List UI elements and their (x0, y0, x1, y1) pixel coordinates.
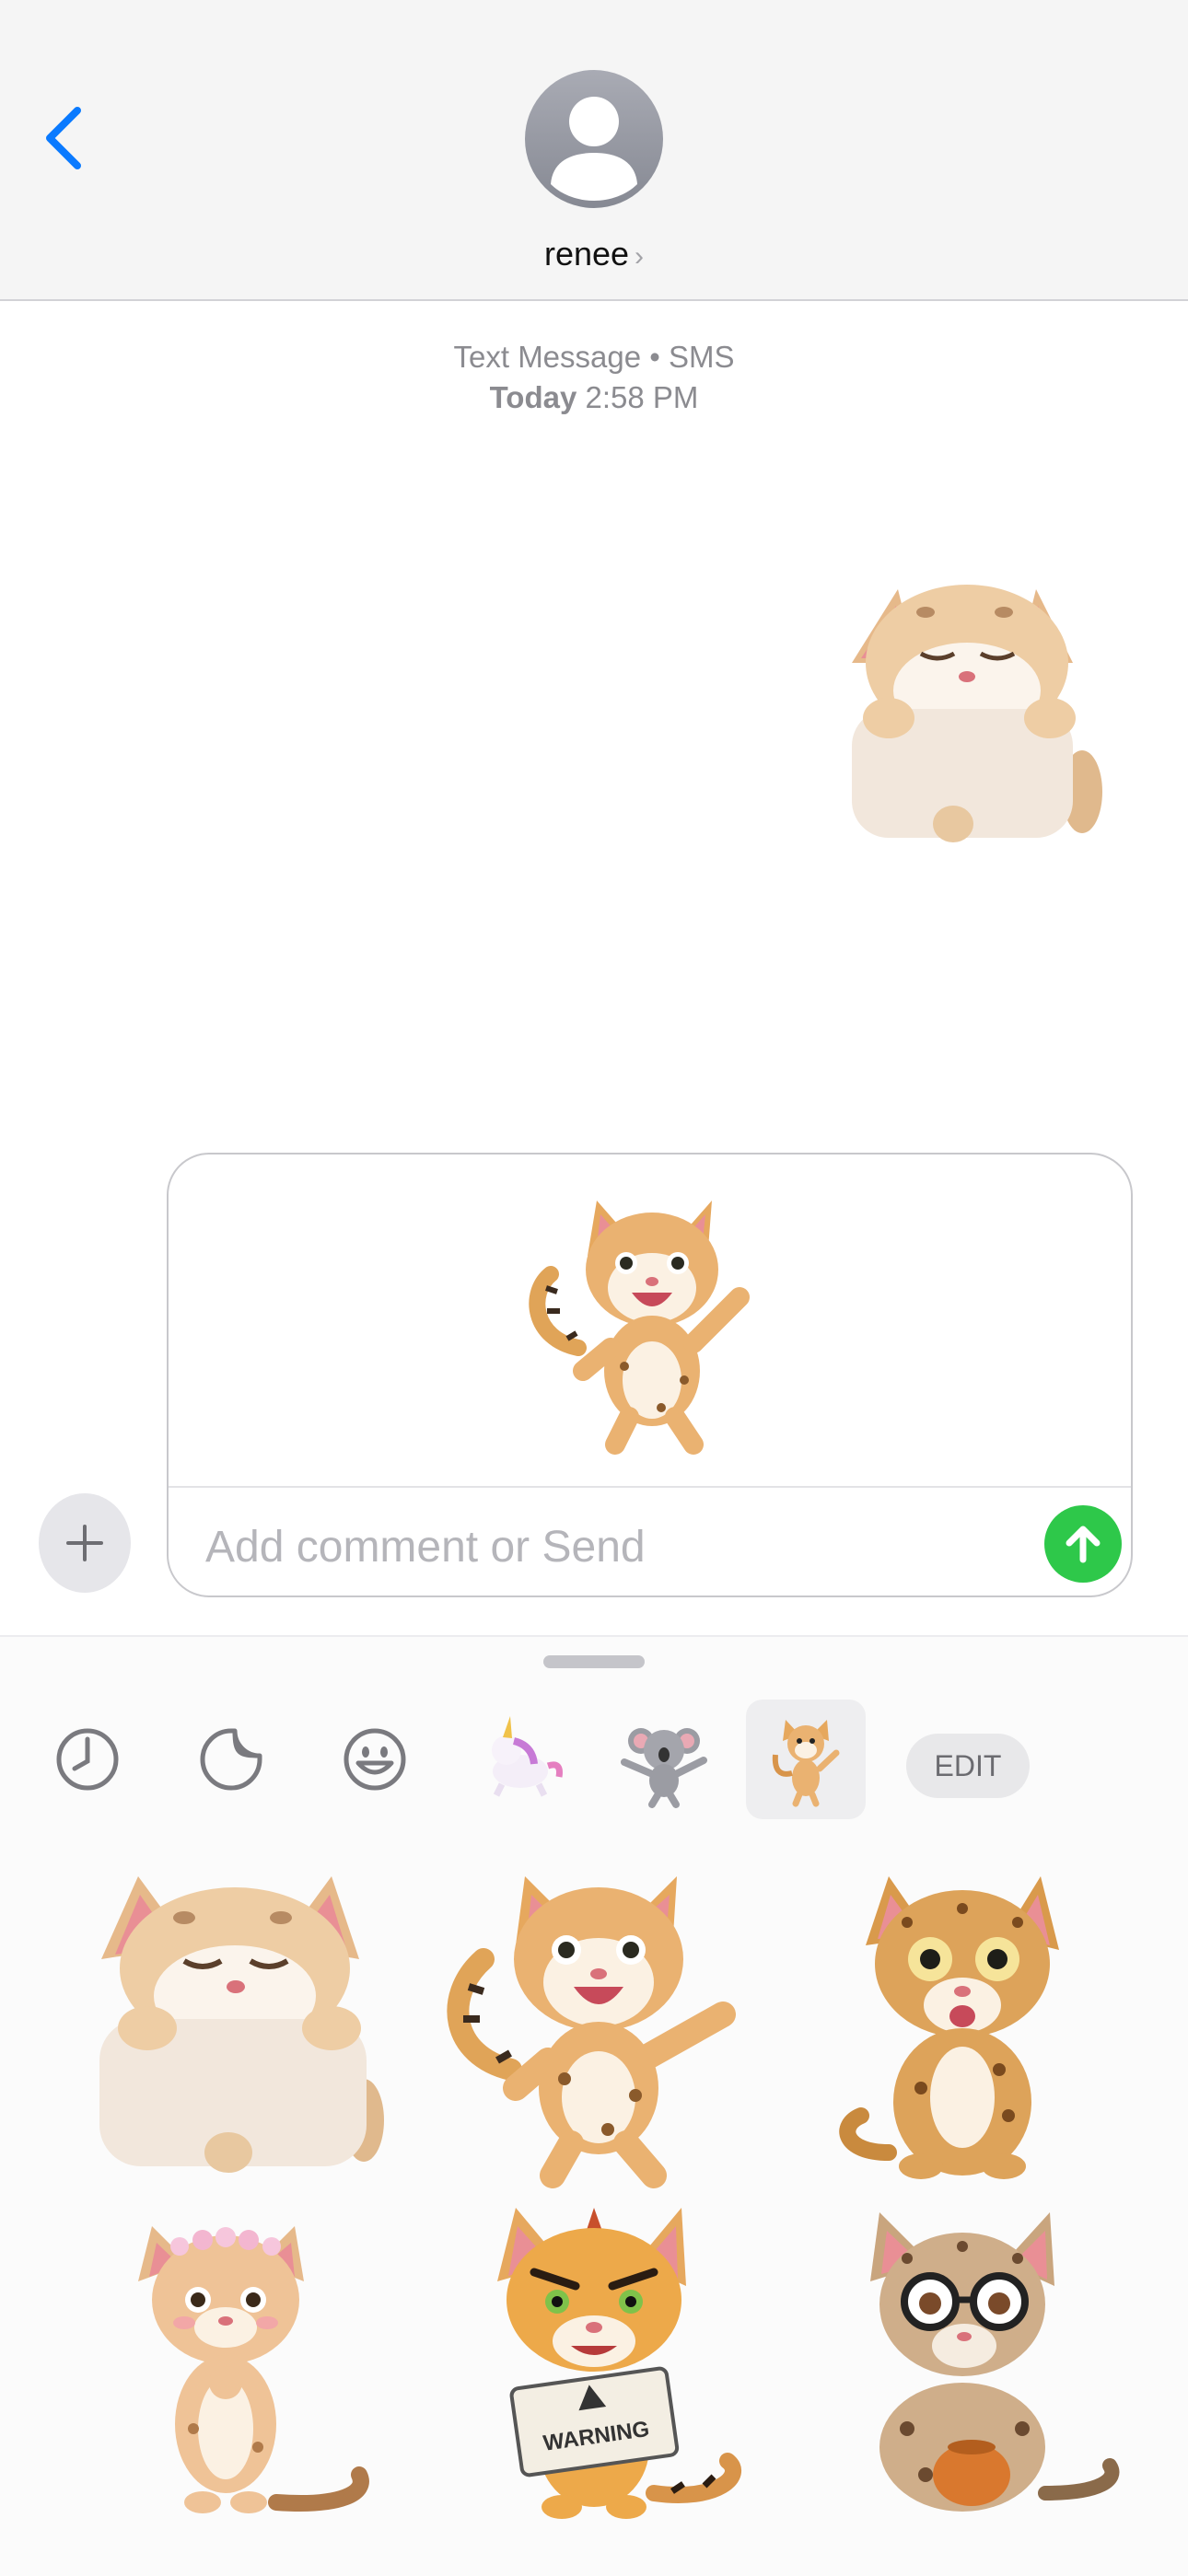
arrow-up-icon (1066, 1526, 1101, 1563)
ocelot-sticker-pack-icon (772, 1720, 840, 1807)
contact-name-label: renee (543, 235, 630, 273)
emoji-smiley-icon (344, 1728, 406, 1791)
happy-ocelot-dancing-sticker (447, 1876, 736, 2188)
ocelot-flower-crown-sticker (138, 2226, 369, 2513)
sticker-sleepy-ocelot-pillow[interactable] (83, 1858, 396, 2189)
tab-emoji[interactable] (315, 1700, 435, 1819)
recents-clock-icon (56, 1728, 119, 1791)
sticker-surprised-ocelot[interactable] (833, 1858, 1147, 2189)
compose-divider (169, 1486, 1131, 1488)
tab-pack-ocelot[interactable] (746, 1700, 866, 1819)
message-timestamp: Text Message • SMS Today 2:58 PM (0, 337, 1188, 418)
happy-ocelot-sticker (529, 1201, 750, 1455)
sticker-drawer: EDIT WARNING (0, 1635, 1188, 2576)
contact-avatar[interactable] (525, 70, 663, 208)
message-time: 2:58 PM (585, 380, 699, 414)
apps-plus-button[interactable] (39, 1493, 131, 1593)
sleepy-ocelot-sticker (852, 585, 1102, 842)
send-button[interactable] (1044, 1505, 1122, 1583)
message-date-line: Today 2:58 PM (0, 377, 1188, 418)
message-comment-input[interactable] (204, 1504, 962, 1589)
person-silhouette-icon (551, 97, 637, 201)
angry-ocelot-warning-sticker: WARNING (497, 2208, 741, 2519)
sent-sticker-message[interactable] (833, 525, 1110, 847)
conversation-header: renee › (0, 0, 1188, 301)
compose-box (167, 1153, 1133, 1597)
sticker-ocelot-glasses[interactable] (843, 2199, 1156, 2530)
chevron-right-icon: › (635, 241, 645, 272)
sticker-happy-ocelot-dancing[interactable] (447, 1858, 760, 2189)
sticker-ocelot-flower-crown[interactable] (101, 2199, 414, 2530)
plus-icon (66, 1525, 103, 1561)
ocelot-glasses-pot-sticker (870, 2212, 1120, 2512)
drawer-grabber[interactable] (543, 1655, 645, 1668)
surprised-ocelot-sticker (839, 1876, 1059, 2179)
message-date: Today (489, 380, 577, 414)
tab-recents[interactable] (28, 1700, 147, 1819)
sticker-angry-ocelot-warning[interactable]: WARNING (451, 2199, 764, 2530)
back-button[interactable] (37, 101, 92, 175)
tab-pack-unicorn[interactable] (460, 1700, 580, 1819)
chevron-left-icon (46, 107, 81, 169)
message-service-label: Text Message • SMS (453, 340, 735, 374)
sleepy-ocelot-pillow-sticker (99, 1876, 384, 2173)
koala-sticker-pack-icon (621, 1728, 707, 1808)
edit-stickers-button[interactable]: EDIT (906, 1734, 1030, 1798)
staged-sticker-preview[interactable] (523, 1182, 763, 1458)
tab-stickers[interactable] (171, 1700, 291, 1819)
sticker-peel-icon (200, 1728, 262, 1791)
unicorn-sticker-pack-icon (492, 1716, 563, 1797)
tab-pack-koala[interactable] (604, 1700, 724, 1819)
contact-name[interactable]: renee › (0, 235, 1188, 273)
